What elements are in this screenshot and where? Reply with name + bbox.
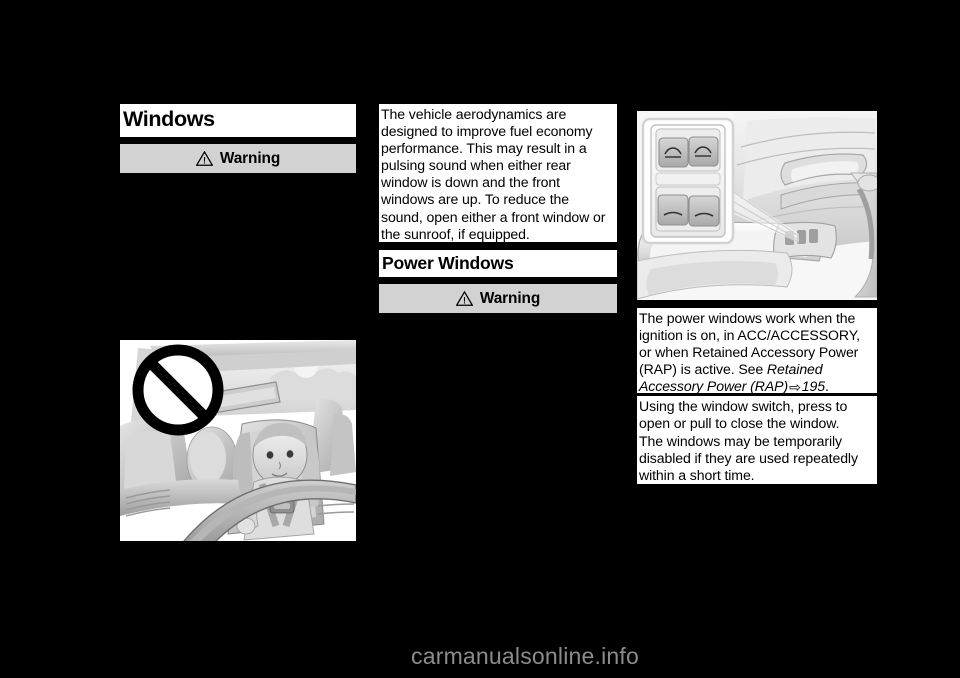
cross-reference-arrow-icon: ⇨ <box>789 379 801 396</box>
warning-banner-power-windows: Warning <box>379 284 617 313</box>
footer-watermark: carmanualsonline.info <box>0 643 960 670</box>
driver-door-window-switch-illustration <box>637 111 877 300</box>
footer-watermark-text: carmanualsonline.info <box>411 643 639 669</box>
warning-banner-label: Warning <box>479 289 541 307</box>
warning-banner-windows: Warning <box>120 144 356 173</box>
aerodynamics-note: The vehicle aerodynamics are designed to… <box>379 104 617 242</box>
warning-banner-label: Warning <box>219 149 281 167</box>
section-title-power-windows: Power Windows <box>379 250 617 277</box>
child-in-car-seat-prohibited-illustration <box>120 340 356 541</box>
rap-cross-reference-page: 195 <box>801 378 825 395</box>
figure-door-window-switches <box>637 111 877 300</box>
figure-child-in-car-seat-prohibited <box>120 340 356 541</box>
rap-note-text-before: The power windows work when the ignition… <box>639 310 861 378</box>
switch-usage-block: Using the window switch, press to open o… <box>637 396 877 434</box>
page-title-windows: Windows <box>120 104 356 137</box>
manual-page: Windows Warning The vehicle aerodynamics… <box>0 0 960 678</box>
prohibition-symbol <box>132 344 224 436</box>
rap-note-text-after: . <box>825 378 829 395</box>
warning-triangle-icon <box>455 291 473 306</box>
temporary-disable-block: The windows may be temporarily disabled … <box>637 431 877 484</box>
warning-triangle-icon <box>195 151 213 166</box>
rap-note-block: The power windows work when the ignition… <box>637 308 877 396</box>
